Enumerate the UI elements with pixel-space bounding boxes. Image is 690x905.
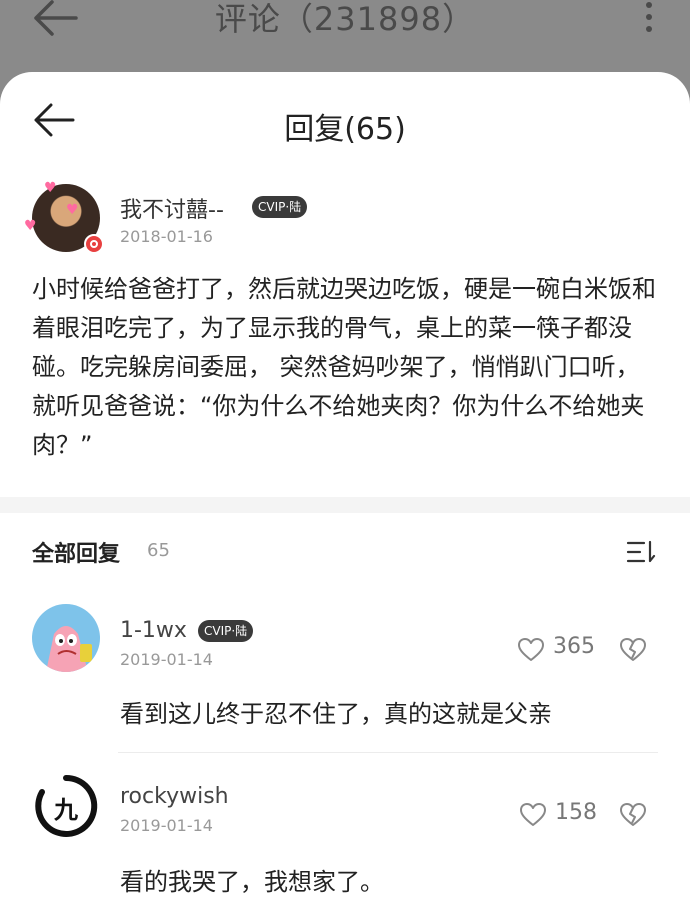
heart-outline-icon[interactable] (518, 638, 544, 662)
sort-icon[interactable] (626, 539, 656, 565)
avatar-glyph: 九 (54, 796, 78, 824)
username[interactable]: rockywish (120, 784, 229, 809)
vip-badge: CVIP·陆 (252, 196, 308, 218)
heart-sticker-icon: ♥ (44, 180, 57, 196)
comment-text: 看到这儿终于忍不住了，真的这就是父亲 (120, 700, 552, 728)
avatar[interactable] (32, 604, 100, 672)
heart-outline-icon[interactable] (520, 803, 546, 827)
patrick-avatar-icon (46, 626, 92, 672)
dislike-heart-icon[interactable] (620, 803, 646, 827)
sheet-title: 回复(65) (284, 112, 406, 147)
heart-sticker-icon: ♥ (66, 202, 79, 218)
more-vertical-icon[interactable] (644, 2, 654, 38)
vip-badge: CVIP·陆 (198, 620, 254, 642)
comment-date: 2019-01-14 (120, 650, 213, 669)
avatar[interactable]: 九 (32, 772, 100, 840)
dislike-heart-icon[interactable] (620, 638, 646, 662)
like-count: 365 (553, 634, 595, 659)
username[interactable]: 1-1wx (120, 618, 187, 643)
row-divider (118, 752, 658, 753)
reply-sheet: 回复(65) ♥ ♥ ♥ 我不讨囍-- CVIP·陆 2018-01-16 小时… (0, 72, 690, 905)
section-divider (0, 497, 690, 513)
like-count: 158 (555, 800, 597, 825)
comment-text: 看的我哭了，我想家了。 (120, 868, 384, 896)
verified-badge-icon (84, 234, 104, 254)
heart-sticker-icon: ♥ (24, 218, 37, 234)
all-replies-count: 65 (147, 540, 170, 561)
comment-date: 2019-01-14 (120, 816, 213, 835)
comment-date: 2018-01-16 (120, 227, 213, 246)
comment-text: 小时候给爸爸打了，然后就边哭边吃饭，硬是一碗白米饭和着眼泪吃完了，为了显示我的骨… (32, 275, 656, 459)
all-replies-label: 全部回复 (32, 542, 121, 567)
comments-title: 评论（231898） (214, 0, 476, 38)
username[interactable]: 我不讨囍-- (120, 192, 224, 224)
background-header: 评论（231898） (0, 0, 690, 70)
